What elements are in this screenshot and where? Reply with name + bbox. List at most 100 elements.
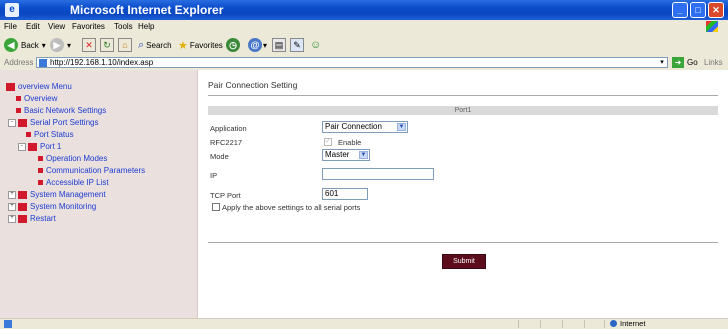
apply-all-label: Apply the above settings to all serial p… [222,203,361,212]
search-button[interactable]: ⌕ Search [138,37,172,53]
application-select[interactable]: Pair Connection ▼ [322,121,408,133]
close-button[interactable]: ✕ [708,2,724,18]
menu-tools[interactable]: Tools [114,22,133,31]
print-button[interactable]: ▤ [272,37,286,53]
refresh-icon: ↻ [100,38,114,52]
expand-toggle-icon[interactable]: + [8,202,16,211]
status-divider [540,320,541,328]
minimize-button[interactable]: _ [672,2,688,18]
globe-icon [610,320,617,327]
status-divider [584,320,585,328]
address-label: Address [4,58,34,67]
rfc2217-enable-checkbox[interactable] [324,137,332,146]
back-label: Back [21,40,39,50]
menu-help[interactable]: Help [138,22,154,31]
apply-all-checkbox[interactable] [212,203,220,211]
mode-label: Mode [210,152,229,161]
sidebar-item-label: Basic Network Settings [24,106,107,115]
form-divider [208,242,718,243]
address-dropdown-icon[interactable]: ▾ [657,58,667,67]
sidebar-item-operation-modes[interactable]: Operation Modes [38,154,107,163]
search-label: Search [146,40,172,50]
search-icon: ⌕ [138,38,145,51]
maximize-button[interactable]: □ [690,2,706,18]
mode-select[interactable]: Master ▼ [322,149,370,161]
favorites-star-icon: ★ [178,39,188,52]
menu-view[interactable]: View [48,22,65,31]
sidebar-item-basic-network-settings[interactable]: Basic Network Settings [16,106,106,115]
sidebar-item-communication-parameters[interactable]: Communication Parameters [38,166,145,175]
mail-dropdown-icon[interactable]: ▾ [263,41,267,50]
sidebar-item-label: System Management [30,190,106,199]
sidebar-item-label: overview Menu [18,82,72,91]
refresh-button[interactable]: ↻ [100,37,114,53]
home-button[interactable]: ⌂ [118,37,132,53]
sidebar-item-accessible-ip-list[interactable]: Accessible IP List [38,178,109,187]
sidebar-item-system-monitoring[interactable]: + System Monitoring [8,202,96,211]
sidebar-item-overview[interactable]: Overview [16,94,57,103]
messenger-button[interactable]: ☺ [310,37,321,53]
zone-label: Internet [620,319,646,328]
sidebar-item-label: Accessible IP List [46,178,109,187]
address-input[interactable]: http://192.168.1.10/index.asp ▾ [36,57,668,68]
menu-favorites[interactable]: Favorites [72,22,105,31]
favorites-button[interactable]: ★ Favorites [178,37,223,53]
main-content: Pair Connection Setting Port1 Applicatio… [198,70,728,318]
menu-file[interactable]: File [4,22,17,31]
security-zone: Internet [610,319,645,328]
forward-button[interactable]: ▶ ▾ [50,37,71,53]
go-button[interactable]: ➜ Go [672,57,698,68]
page-bullet-icon [26,132,31,137]
page-icon [39,59,47,67]
back-dropdown-icon[interactable]: ▾ [42,41,46,50]
stop-button[interactable]: ✕ [82,37,96,53]
toolbar: ◀ Back ▾ ▶ ▾ ✕ ↻ ⌂ ⌕ Search ★ Favorites … [0,34,728,57]
messenger-icon: ☺ [310,39,322,51]
page-bullet-icon [16,108,21,113]
sidebar-item-restart[interactable]: + Restart [8,214,56,223]
history-button[interactable]: ◷ [226,37,240,53]
tcp-port-label: TCP Port [210,191,241,200]
history-icon: ◷ [226,38,240,52]
rfc2217-enable-label: Enable [338,138,362,147]
collapse-toggle-icon[interactable]: - [8,118,16,127]
sidebar-item-label: Communication Parameters [46,166,146,175]
back-button[interactable]: ◀ Back ▾ [4,37,46,53]
page-bullet-icon [38,168,43,173]
mail-icon: @ [248,38,262,52]
sidebar-item-system-management[interactable]: + System Management [8,190,106,199]
chevron-down-icon: ▼ [397,123,406,131]
go-arrow-icon: ➜ [672,57,684,68]
ie-app-icon[interactable]: e [5,3,19,17]
collapse-toggle-icon[interactable]: - [18,142,26,151]
tcp-port-input[interactable]: 601 [322,188,368,200]
forward-dropdown-icon[interactable]: ▾ [67,41,71,50]
port-header: Port1 [208,106,718,115]
title-bar: e Microsoft Internet Explorer _ □ ✕ [0,0,728,20]
print-icon: ▤ [272,38,286,52]
mail-button[interactable]: @ ▾ [248,37,267,53]
sidebar-item-serial-port-settings[interactable]: - Serial Port Settings [8,118,98,127]
submit-button[interactable]: Submit [442,254,486,269]
chevron-down-icon: ▼ [359,151,368,159]
expand-toggle-icon[interactable]: + [8,190,16,199]
expand-toggle-icon[interactable]: + [8,214,16,223]
sidebar-item-overview-menu[interactable]: overview Menu [6,82,72,91]
page-status-icon [4,320,12,328]
address-url: http://192.168.1.10/index.asp [50,58,154,67]
sidebar-item-port-status[interactable]: Port Status [26,130,74,139]
edit-button[interactable]: ✎ [290,37,304,53]
status-divider [604,320,605,328]
folder-icon [18,214,27,223]
ip-input[interactable] [322,168,434,180]
page-bullet-icon [38,180,43,185]
back-arrow-icon: ◀ [4,38,18,52]
folder-icon [6,82,15,91]
menu-edit[interactable]: Edit [26,22,40,31]
sidebar-item-port-1[interactable]: - Port 1 [18,142,61,151]
status-bar: Internet [0,318,728,329]
sidebar-item-label: System Monitoring [30,202,97,211]
status-divider [562,320,563,328]
title-divider [208,95,718,96]
address-bar: Address http://192.168.1.10/index.asp ▾ … [0,56,728,76]
